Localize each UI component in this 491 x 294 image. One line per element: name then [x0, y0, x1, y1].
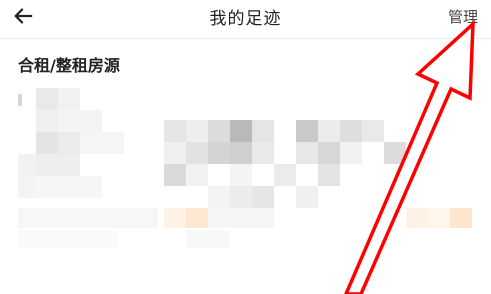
page-title: 我的足迹: [209, 9, 282, 29]
mosaic-block: [18, 176, 36, 198]
mosaic-block: [208, 120, 230, 142]
mosaic-block: [318, 164, 340, 186]
mosaic-block: [58, 110, 102, 132]
mosaic-block: [318, 142, 340, 164]
mosaic-block: [340, 120, 362, 142]
mosaic-block: [230, 142, 252, 164]
mosaic-block: [164, 120, 186, 142]
mosaic-block: [406, 208, 428, 228]
mosaic-block: [36, 110, 58, 132]
manage-button[interactable]: 管理: [448, 6, 478, 27]
header-divider: [0, 38, 491, 39]
mosaic-block: [252, 186, 274, 208]
mosaic-block: [18, 230, 118, 248]
blurred-listing-card[interactable]: [0, 84, 491, 254]
mosaic-block: [450, 208, 472, 228]
mosaic-block: [428, 208, 450, 228]
mosaic-block: [274, 164, 296, 186]
mosaic-block: [230, 120, 252, 142]
mosaic-block: [252, 142, 274, 164]
mosaic-block: [186, 142, 208, 164]
mosaic-block: [208, 142, 230, 164]
mosaic-block: [208, 208, 274, 228]
section-title: 合租/整租房源: [18, 56, 120, 75]
mosaic-block: [208, 186, 230, 208]
mosaic-block: [296, 186, 318, 208]
top-navigation-bar: 我的足迹 管理: [0, 0, 491, 38]
mosaic-block: [252, 120, 274, 142]
mosaic-block: [18, 154, 36, 176]
mosaic-block: [36, 176, 102, 198]
mosaic-block: [164, 164, 186, 186]
mosaic-block: [164, 142, 186, 164]
mosaic-block: [36, 154, 80, 176]
mosaic-block: [36, 132, 58, 154]
mosaic-block: [58, 132, 80, 154]
mosaic-block: [18, 208, 158, 228]
mosaic-block: [164, 208, 186, 228]
mosaic-block: [296, 120, 318, 142]
mosaic-block: [230, 186, 252, 208]
mosaic-block: [186, 164, 208, 186]
mosaic-block: [362, 120, 384, 142]
mosaic-block: [58, 88, 80, 110]
mosaic-block: [230, 164, 252, 186]
mosaic-block: [384, 142, 406, 164]
mosaic-block: [186, 120, 208, 142]
mosaic-block: [18, 94, 22, 106]
mosaic-block: [186, 230, 230, 248]
mosaic-block: [80, 132, 124, 154]
mosaic-block: [318, 120, 340, 142]
mosaic-block: [296, 142, 318, 164]
mosaic-block: [340, 142, 362, 164]
mosaic-block: [186, 208, 208, 228]
mosaic-block: [36, 88, 58, 110]
